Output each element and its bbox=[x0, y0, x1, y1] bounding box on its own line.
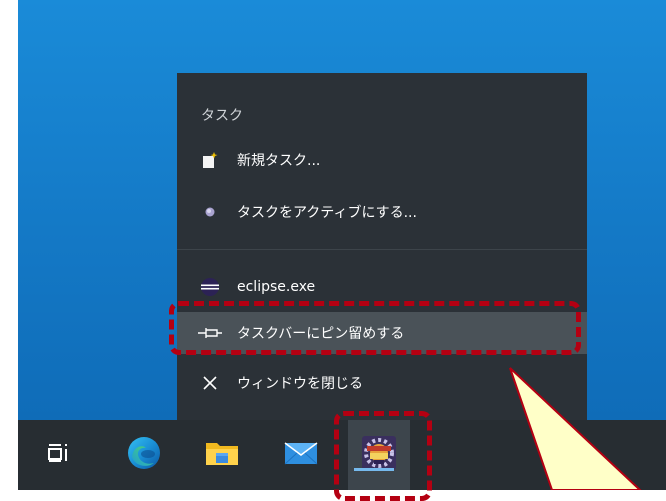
edge-icon bbox=[126, 435, 162, 475]
pin-item-highlight-annotation bbox=[169, 301, 581, 355]
folder-icon bbox=[205, 439, 239, 471]
jump-list-menu: タスク 新規タスク... タスクをアクティブにする... eclipse.exe… bbox=[177, 73, 587, 420]
menu-item-label: タスクをアクティブにする... bbox=[237, 205, 417, 221]
file-explorer-button[interactable] bbox=[193, 420, 251, 490]
menu-item-new-task[interactable]: 新規タスク... bbox=[177, 140, 587, 180]
eclipse-icon bbox=[197, 277, 223, 297]
menu-item-label: 新規タスク... bbox=[237, 153, 321, 169]
menu-item-label: ウィンドウを閉じる bbox=[237, 376, 363, 392]
task-view-button[interactable] bbox=[30, 420, 88, 490]
activate-task-icon bbox=[197, 202, 223, 222]
tasks-section-header: タスク bbox=[201, 108, 243, 124]
menu-item-activate-task[interactable]: タスクをアクティブにする... bbox=[177, 192, 587, 232]
mail-icon bbox=[284, 440, 318, 470]
menu-item-label: eclipse.exe bbox=[237, 279, 316, 295]
close-icon bbox=[197, 373, 223, 393]
mail-button[interactable] bbox=[272, 420, 330, 490]
task-view-icon bbox=[48, 443, 70, 467]
menu-item-close-window[interactable]: ウィンドウを閉じる bbox=[177, 363, 587, 403]
new-task-icon bbox=[197, 150, 223, 170]
taskbar-icon-highlight-annotation bbox=[334, 411, 432, 501]
menu-divider bbox=[177, 249, 587, 250]
edge-button[interactable] bbox=[115, 420, 173, 490]
